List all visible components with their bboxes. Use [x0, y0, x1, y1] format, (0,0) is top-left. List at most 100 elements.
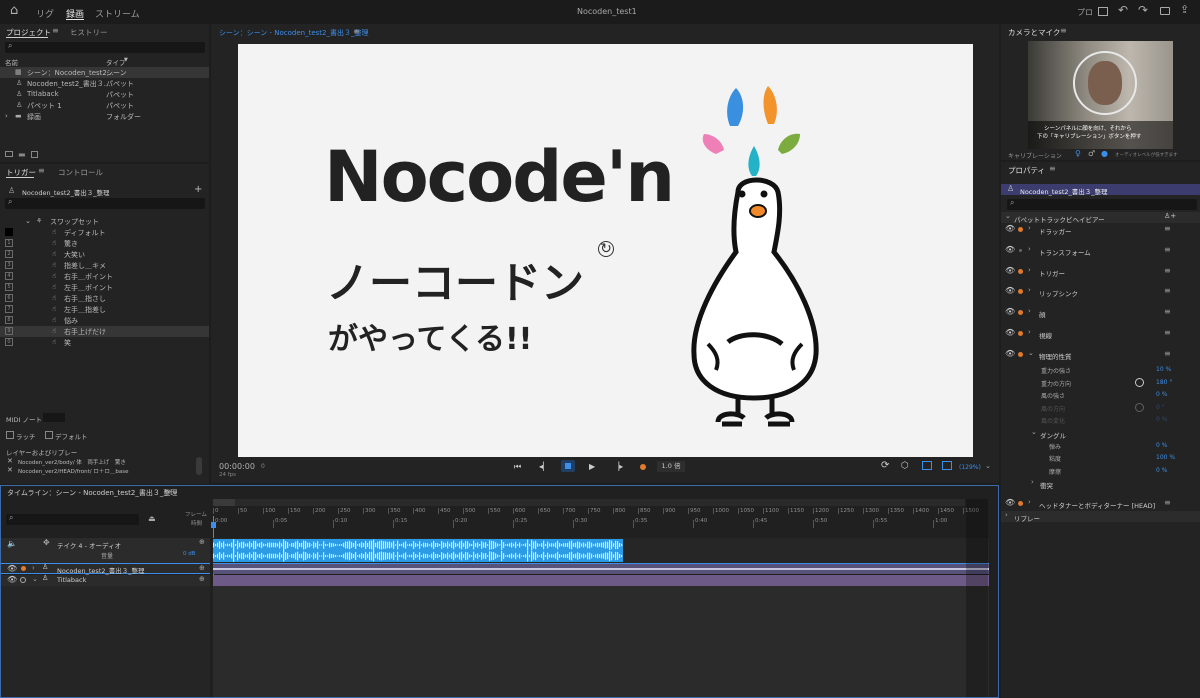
- audio-clip[interactable]: [213, 539, 623, 562]
- home-icon[interactable]: ⌂: [10, 3, 18, 18]
- remove-icon[interactable]: ✕: [7, 457, 13, 465]
- chevron-right-icon[interactable]: ›: [1028, 266, 1031, 274]
- audio-track-header[interactable]: 🔈 ✥ テイク 4 - オーディオ ⊕ 音量 0 dB: [1, 538, 210, 563]
- chevron-right-icon[interactable]: ›: [1028, 286, 1031, 294]
- latch-checkbox[interactable]: [6, 431, 14, 439]
- trigger-item[interactable]: 3 ☝ 指差し＿キメ: [0, 260, 209, 271]
- tab-stream[interactable]: ストリーム: [95, 7, 140, 20]
- menu-icon[interactable]: ≡: [1164, 328, 1171, 337]
- eye-icon[interactable]: 👁: [1005, 328, 1015, 337]
- trigger-item[interactable]: ☝ ディフォルト: [0, 227, 209, 238]
- param-value[interactable]: 0 %: [1156, 467, 1167, 474]
- stop-button[interactable]: [561, 460, 575, 472]
- menu-icon[interactable]: ≡: [1164, 349, 1171, 358]
- playhead-handle[interactable]: [211, 522, 216, 528]
- lock-icon[interactable]: ⊕: [199, 575, 205, 583]
- chevron-down-icon[interactable]: ⌄: [32, 575, 38, 583]
- trigger-key[interactable]: 7: [5, 305, 13, 313]
- trigger-key[interactable]: 9: [5, 327, 13, 335]
- remove-icon[interactable]: ✕: [7, 466, 13, 474]
- blank-icon[interactable]: [922, 461, 932, 470]
- record-arm-dot[interactable]: [21, 566, 26, 571]
- property-search-input[interactable]: ⌕: [1007, 198, 1197, 210]
- record-arm-dot[interactable]: [20, 577, 26, 583]
- trigger-key[interactable]: 3: [5, 261, 13, 269]
- col-type-header[interactable]: タイプ: [106, 57, 126, 67]
- param-row[interactable]: 摩擦 0 %: [1001, 465, 1200, 477]
- chevron-right-icon[interactable]: ›: [5, 112, 8, 120]
- col-name-header[interactable]: 名前: [5, 57, 18, 67]
- chevron-down-icon[interactable]: ⌄: [1028, 349, 1034, 357]
- step-forward-icon[interactable]: ▕▸: [613, 462, 623, 471]
- trigger-key[interactable]: 6: [5, 294, 13, 302]
- camera-icon[interactable]: ⬡: [901, 461, 909, 471]
- behavior-row[interactable]: 👁 › トリガー ≡: [1001, 266, 1200, 278]
- puppet-header[interactable]: ♙ Nocoden_test2_書出３_整理: [1001, 184, 1200, 196]
- trigger-item[interactable]: 6 ☝ 右手＿指さし: [0, 293, 209, 304]
- eye-icon[interactable]: 👁: [1005, 224, 1015, 233]
- speed-selector[interactable]: 1.0 倍: [657, 461, 685, 472]
- trigger-key[interactable]: 8: [5, 316, 13, 324]
- feedback-icon[interactable]: [1160, 7, 1170, 15]
- list-item[interactable]: ♙ パペット 1 パペット: [0, 100, 209, 111]
- param-value[interactable]: 180 °: [1156, 379, 1172, 386]
- trigger-item[interactable]: 7 ☝ 左手＿指差し: [0, 304, 209, 315]
- param-row[interactable]: 弾み 0 %: [1001, 440, 1200, 452]
- param-value[interactable]: 0 %: [1156, 391, 1167, 398]
- chevron-down-icon[interactable]: ⌄: [25, 217, 31, 225]
- eye-icon[interactable]: 👁: [7, 564, 17, 573]
- default-checkbox[interactable]: [45, 431, 53, 439]
- chevron-right-icon[interactable]: ›: [1005, 511, 1008, 519]
- add-behavior-icon[interactable]: ♙+: [1164, 212, 1176, 220]
- list-item[interactable]: ▦ シーン：Nocoden_test2... シーン: [0, 67, 209, 78]
- eye-icon[interactable]: 👁: [1005, 245, 1015, 254]
- param-value[interactable]: 100 %: [1156, 454, 1175, 461]
- swapset-row[interactable]: ⌄ ⚘ スワップセット: [0, 216, 209, 227]
- trigger-item[interactable]: 1 ☝ 驚き: [0, 238, 209, 249]
- tools-icon[interactable]: ⏏: [148, 514, 156, 523]
- puppet-track-header[interactable]: 👁 › ♙ Nocoden_test2_書出３_整理 ⊕: [1, 563, 210, 575]
- scene-canvas[interactable]: Nocode'n ノーコードン ↻ がやってくる!!: [238, 44, 973, 457]
- param-value[interactable]: 0 %: [1156, 416, 1167, 423]
- trigger-search-input[interactable]: ⌕: [5, 197, 205, 209]
- menu-icon[interactable]: ≡: [1049, 164, 1056, 173]
- timeline-ruler[interactable]: 0 50 100 150 200 250 300 350 400 450 500 550 600 650 7…: [213, 508, 989, 528]
- lock-icon[interactable]: ⊕: [199, 538, 205, 546]
- chevron-down-icon[interactable]: ⌄: [1005, 212, 1011, 220]
- share-icon[interactable]: ⇪: [1180, 3, 1189, 16]
- titlaback-track-lane[interactable]: [213, 575, 989, 586]
- behavior-section-header[interactable]: ⌄ パペットトラックビヘイビアー ♙+: [1001, 212, 1200, 224]
- trigger-item[interactable]: 9 ☝ 右手上げだけ: [0, 326, 209, 337]
- midi-note-input[interactable]: [43, 413, 65, 422]
- loop-icon[interactable]: ⟳: [881, 460, 889, 471]
- param-row[interactable]: 風の強さ 0 %: [1001, 389, 1200, 401]
- chevron-right-icon[interactable]: ›: [1028, 498, 1031, 506]
- lock-icon[interactable]: ⊕: [199, 564, 205, 572]
- param-value[interactable]: 0 %: [1156, 442, 1167, 449]
- trigger-key[interactable]: 5: [5, 283, 13, 291]
- param-row[interactable]: 重力の方向 180 °: [1001, 377, 1200, 389]
- volume-value[interactable]: 0 dB: [183, 551, 196, 557]
- list-item[interactable]: ♙ Nocoden_test2_書出３... パペット: [0, 78, 209, 89]
- record-button[interactable]: [640, 464, 646, 470]
- trigger-item[interactable]: 0 ☝ 笑: [0, 337, 209, 348]
- zoom-level[interactable]: (129%): [959, 464, 981, 471]
- new-scene-icon[interactable]: [5, 151, 13, 157]
- dial-icon[interactable]: [1135, 377, 1144, 387]
- tab-history[interactable]: ヒストリー: [70, 27, 108, 38]
- eye-icon[interactable]: 👁: [1005, 286, 1015, 295]
- chevron-right-icon[interactable]: ›: [32, 564, 35, 572]
- menu-icon[interactable]: ≡: [1164, 224, 1171, 233]
- behavior-row[interactable]: 👁 › 顔 ≡: [1001, 307, 1200, 319]
- body-tracking-icon[interactable]: ♂: [1088, 149, 1095, 158]
- undo-icon[interactable]: ↶: [1118, 3, 1128, 17]
- pro-label[interactable]: プロ: [1077, 7, 1093, 18]
- behavior-row[interactable]: 👁 › 視線 ≡: [1001, 328, 1200, 340]
- trigger-item[interactable]: 8 ☝ 悩み: [0, 315, 209, 326]
- param-value[interactable]: 0 °: [1156, 404, 1165, 411]
- chevron-down-icon[interactable]: ⌄: [985, 462, 991, 470]
- step-back-icon[interactable]: ◂▏: [539, 462, 549, 471]
- behavior-row[interactable]: 👁 › トランスフォーム ≡: [1001, 245, 1200, 257]
- chevron-right-icon[interactable]: ›: [1028, 245, 1031, 253]
- dial-icon[interactable]: [1135, 402, 1144, 412]
